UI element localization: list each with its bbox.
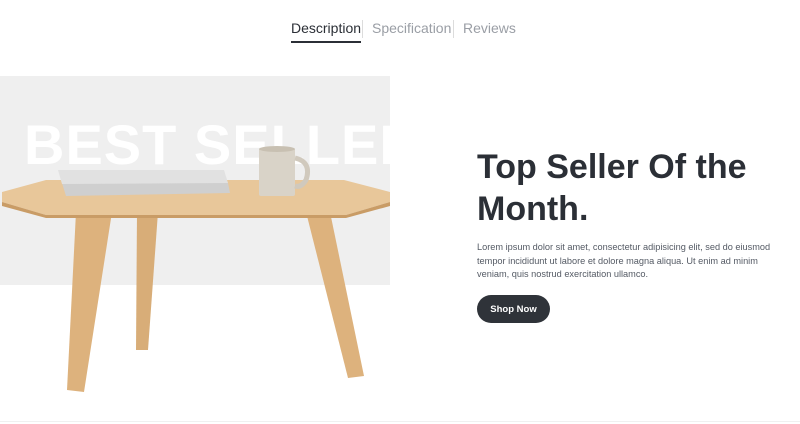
product-tabs: Description Specification Reviews [0, 0, 800, 46]
wooden-table-image [2, 146, 390, 392]
active-tab-underline [291, 41, 362, 43]
tab-description[interactable]: Description [291, 20, 362, 43]
shop-now-button[interactable]: Shop Now [477, 295, 550, 323]
tab-divider [453, 20, 454, 38]
book-stack [58, 170, 230, 196]
hero-headline-line2: Month. [477, 190, 589, 228]
hero-headline: Top Seller Of the Month. [477, 146, 787, 230]
tab-reviews[interactable]: Reviews [463, 20, 516, 36]
hero-description: Lorem ipsum dolor sit amet, consectetur … [477, 242, 771, 279]
tab-specification-label: Specification [372, 20, 452, 36]
tab-divider [362, 20, 363, 38]
tab-reviews-label: Reviews [463, 20, 516, 36]
tab-description-label: Description [291, 20, 362, 36]
section-divider [0, 421, 800, 422]
tab-specification[interactable]: Specification [372, 20, 451, 36]
table-legs [67, 212, 364, 392]
hero-headline-line1: Top Seller Of the [477, 148, 747, 186]
